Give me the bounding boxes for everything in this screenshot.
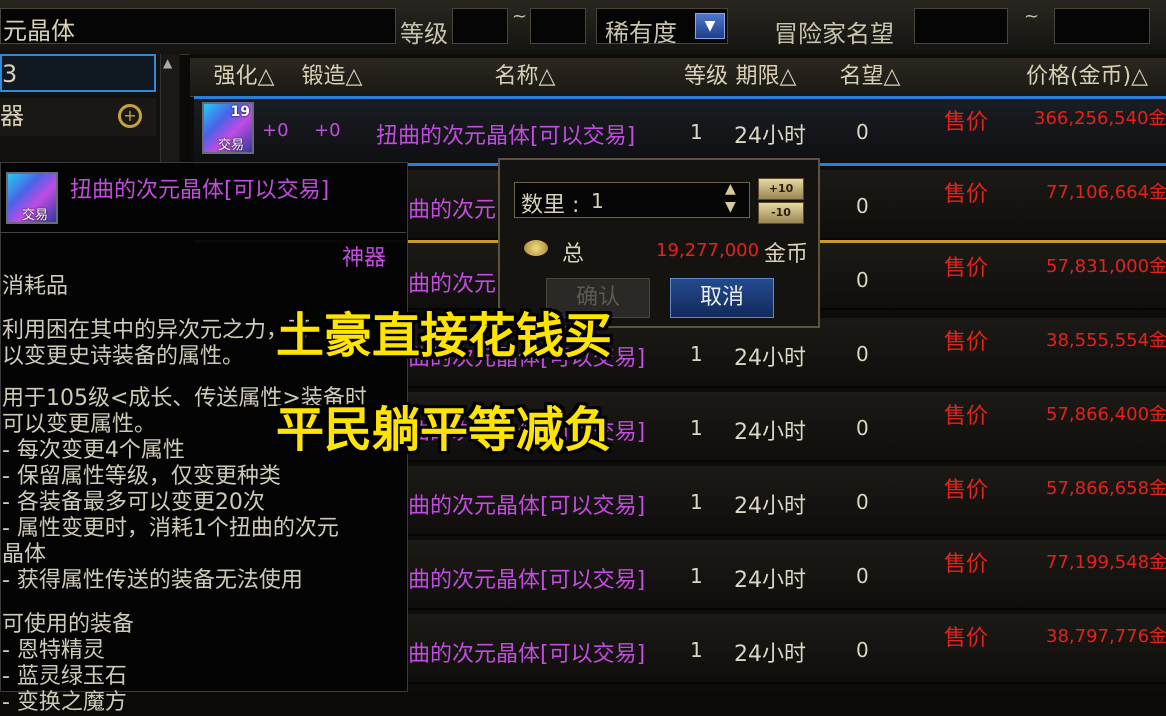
cancel-button[interactable]: 取消 (670, 278, 774, 318)
row-sell-label: 售价 (944, 478, 989, 503)
quantity-value: 1 (591, 189, 604, 213)
fame-min-field[interactable] (914, 8, 1008, 44)
row-name: 曲的次元晶体[可以交易] (408, 494, 646, 519)
increment-arrow-icon[interactable]: ▲ (725, 181, 736, 197)
tooltip-rarity: 神器 (342, 246, 387, 271)
header-fame[interactable]: 名望△ (830, 58, 910, 96)
tooltip-line: - 获得属性传送的装备无法使用 (2, 568, 303, 593)
row-period: 24小时 (734, 494, 806, 519)
row-price: 57,866,400金 (1046, 404, 1166, 425)
trade-badge: 交易 (218, 138, 245, 153)
row-fame: 0 (856, 342, 869, 366)
header-price[interactable]: 价格(金币)△ (1012, 58, 1162, 96)
row-level: 1 (690, 120, 703, 144)
scroll-up-icon[interactable]: ▲ (163, 56, 172, 70)
currency-label: 金币 (764, 242, 809, 267)
row-price: 57,831,000金 (1046, 256, 1166, 277)
row-sell-label: 售价 (944, 330, 989, 355)
rarity-select[interactable]: 稀有度 ▼ (596, 8, 728, 47)
trade-badge: 交易 (22, 208, 49, 223)
row-name: 扭曲的次元晶体[可以交易] (376, 124, 636, 149)
cancel-label: 取消 (699, 285, 744, 310)
caption-line-2: 平民躺平等减负 (276, 402, 613, 458)
row-level: 1 (690, 490, 703, 514)
level-tilde: ~ (512, 6, 528, 27)
category-scrollbar[interactable]: ▲ (160, 54, 179, 164)
row-sell-label: 售价 (944, 404, 989, 429)
row-price: 38,797,776金 (1046, 626, 1166, 647)
tooltip-line: 以变更史诗装备的属性。 (2, 344, 245, 369)
row-price: 57,866,658金 (1046, 478, 1166, 499)
category-item-selected[interactable]: 3 (0, 54, 156, 92)
category-item[interactable]: 器 + (0, 98, 156, 136)
header-name[interactable]: 名称△ (480, 58, 570, 96)
tooltip-line: - 变换之魔方 (2, 690, 127, 715)
row-level: 1 (690, 416, 703, 440)
tooltip-title: 扭曲的次元晶体[可以交易] (70, 178, 330, 203)
level-max-field[interactable] (530, 8, 586, 44)
adventurer-fame-label: 冒险家名望 (774, 20, 894, 48)
tooltip-item-icon: 交易 (6, 172, 58, 224)
tooltip-line: - 属性变更时，消耗1个扭曲的次元 (2, 516, 339, 541)
minus-10-label: -10 (771, 206, 791, 219)
plus-10-label: +10 (768, 182, 794, 195)
decrement-arrow-icon[interactable]: ▼ (725, 199, 736, 215)
row-level: 1 (690, 638, 703, 662)
row-price: 77,106,664金 (1046, 182, 1166, 203)
row-period: 24小时 (734, 568, 806, 593)
total-label: 总 (562, 242, 585, 267)
row-name: 曲的次元晶体[可以交易] (408, 642, 646, 667)
row-price: 38,555,554金 (1046, 330, 1166, 351)
row-fame: 0 (856, 638, 869, 662)
minus-10-button[interactable]: -10 (758, 202, 804, 224)
row-level: 1 (690, 564, 703, 588)
quantity-label: 数里 : (521, 193, 580, 218)
row-level: 1 (690, 342, 703, 366)
row-period: 24小时 (734, 346, 806, 371)
item-icon[interactable]: 19 交易 (202, 102, 254, 154)
category-label: 器 (0, 102, 24, 130)
magnifier-plus-icon[interactable]: + (118, 104, 142, 128)
row-fame: 0 (856, 120, 869, 144)
row-fame: 0 (856, 564, 869, 588)
row-fame: 0 (856, 268, 869, 292)
row-sell-label: 售价 (944, 626, 989, 651)
total-value: 19,277,000 (656, 240, 760, 261)
row-sell-label: 售价 (944, 552, 989, 577)
row-fame: 0 (856, 416, 869, 440)
gold-coins-icon (524, 240, 548, 256)
row-enhance: +0 (262, 120, 289, 141)
caption-line-1: 土豪直接花钱买 (276, 308, 613, 364)
row-sell-label: 售价 (944, 110, 989, 135)
row-sell-label: 售价 (944, 256, 989, 281)
row-price: 77,199,548金 (1046, 552, 1166, 573)
fame-max-field[interactable] (1054, 8, 1150, 44)
plus-10-button[interactable]: +10 (758, 178, 804, 200)
row-price: 366,256,540金 (1034, 108, 1166, 129)
item-name-field[interactable]: 元晶体 (0, 8, 396, 45)
header-forge[interactable]: 锻造△ (290, 58, 374, 96)
header-period[interactable]: 期限△ (728, 58, 804, 96)
level-label: 等级 (400, 20, 448, 48)
row-forge: +0 (314, 120, 341, 141)
item-name-value: 元晶体 (3, 17, 75, 45)
tooltip-divider (0, 232, 406, 233)
row-fame: 0 (856, 490, 869, 514)
row-period: 24小时 (734, 420, 806, 445)
header-level[interactable]: 等级 (678, 58, 734, 96)
tooltip-type: 消耗品 (2, 274, 69, 299)
row-period: 24小时 (734, 642, 806, 667)
row-period: 24小时 (734, 124, 806, 149)
row-name: 曲的次元晶体[可以交易] (408, 568, 646, 593)
chevron-down-icon[interactable]: ▼ (695, 13, 725, 39)
level-min-field[interactable] (452, 8, 508, 44)
category-label: 3 (2, 60, 18, 88)
header-enhance[interactable]: 强化△ (204, 58, 284, 96)
row-fame: 0 (856, 194, 869, 218)
row-sell-label: 售价 (944, 182, 989, 207)
fame-tilde: ~ (1024, 6, 1040, 27)
quantity-stepper[interactable]: 数里 : 1 ▲ ▼ (514, 181, 750, 218)
rarity-label: 稀有度 (605, 19, 677, 47)
item-count: 19 (230, 104, 250, 120)
